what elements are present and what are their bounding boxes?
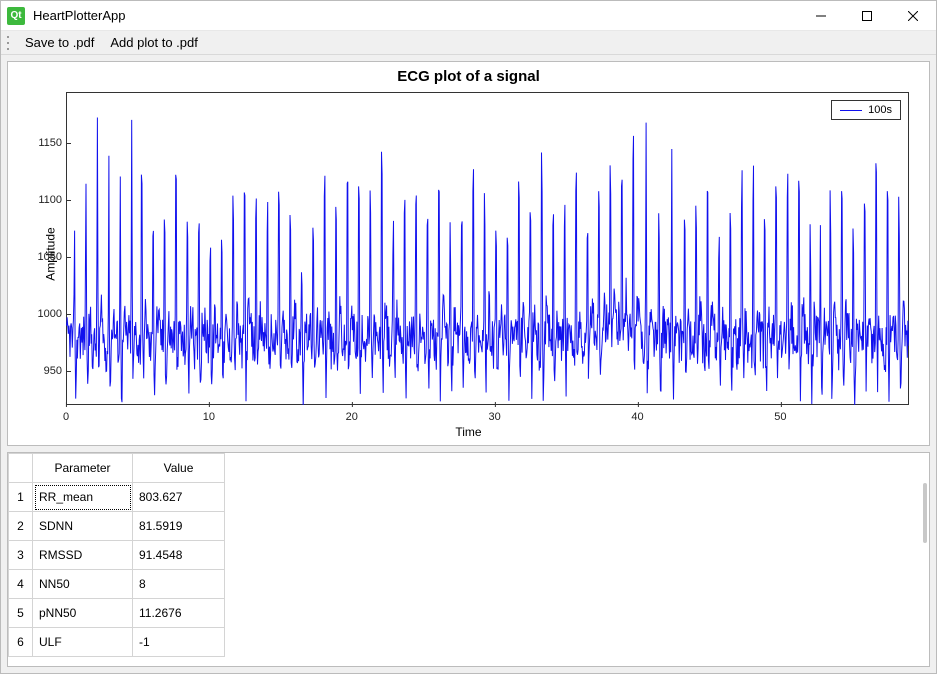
cell-parameter[interactable]: SDNN [33,512,133,541]
table-scroll[interactable]: Parameter Value 1RR_mean803.6272SDNN81.5… [8,453,929,666]
x-tick: 20 [346,411,358,423]
row-index[interactable]: 2 [9,512,33,541]
minimize-button[interactable] [798,1,844,31]
legend-label: 100s [868,104,892,116]
titlebar: Qt HeartPlotterApp [1,1,936,31]
cell-parameter[interactable]: RR_mean [33,483,133,512]
plot-title: ECG plot of a signal [8,62,929,85]
table-row[interactable]: 4NN508 [9,570,225,599]
maximize-button[interactable] [844,1,890,31]
col-header-parameter[interactable]: Parameter [33,454,133,483]
content-area: ECG plot of a signal Amplitude Time 100s… [1,55,936,673]
close-button[interactable] [890,1,936,31]
row-index[interactable]: 5 [9,599,33,628]
cell-parameter[interactable]: ULF [33,628,133,657]
row-index[interactable]: 1 [9,483,33,512]
x-tick: 30 [489,411,501,423]
cell-parameter[interactable]: pNN50 [33,599,133,628]
table-row[interactable]: 1RR_mean803.627 [9,483,225,512]
table-body: 1RR_mean803.6272SDNN81.59193RMSSD91.4548… [9,483,225,657]
cell-parameter[interactable]: RMSSD [33,541,133,570]
cell-value[interactable]: 803.627 [133,483,225,512]
menubar: Save to .pdf Add plot to .pdf [1,31,936,55]
cell-value[interactable]: 81.5919 [133,512,225,541]
x-tick: 10 [203,411,215,423]
toolbar-grip-icon [7,34,13,52]
table-row[interactable]: 2SDNN81.5919 [9,512,225,541]
cell-value[interactable]: -1 [133,628,225,657]
y-tick: 1050 [22,251,62,263]
menu-add-plot-to-pdf[interactable]: Add plot to .pdf [104,33,203,52]
ecg-line [66,92,909,405]
cell-value[interactable]: 11.2676 [133,599,225,628]
x-axis-label: Time [455,425,481,439]
plot-axes: 100s [66,92,909,405]
col-header-value[interactable]: Value [133,454,225,483]
row-index[interactable]: 6 [9,628,33,657]
cell-value[interactable]: 91.4548 [133,541,225,570]
cell-value[interactable]: 8 [133,570,225,599]
x-tick: 0 [63,411,69,423]
legend-line-icon [840,110,862,111]
row-index[interactable]: 4 [9,570,33,599]
cell-parameter[interactable]: NN50 [33,570,133,599]
y-tick: 950 [22,365,62,377]
legend: 100s [831,100,901,120]
table-panel: Parameter Value 1RR_mean803.6272SDNN81.5… [7,452,930,667]
row-index[interactable]: 3 [9,541,33,570]
app-icon: Qt [7,7,25,25]
table-row[interactable]: 5pNN5011.2676 [9,599,225,628]
menu-save-to-pdf[interactable]: Save to .pdf [19,33,100,52]
y-tick: 1100 [22,194,62,206]
window-title: HeartPlotterApp [33,8,126,23]
x-tick: 50 [774,411,786,423]
parameters-table: Parameter Value 1RR_mean803.6272SDNN81.5… [8,453,225,657]
x-tick: 40 [631,411,643,423]
table-corner [9,454,33,483]
scrollbar-vertical[interactable] [923,483,927,543]
y-tick: 1000 [22,308,62,320]
plot-panel[interactable]: ECG plot of a signal Amplitude Time 100s… [7,61,930,446]
y-tick: 1150 [22,137,62,149]
table-row[interactable]: 3RMSSD91.4548 [9,541,225,570]
table-row[interactable]: 6ULF-1 [9,628,225,657]
